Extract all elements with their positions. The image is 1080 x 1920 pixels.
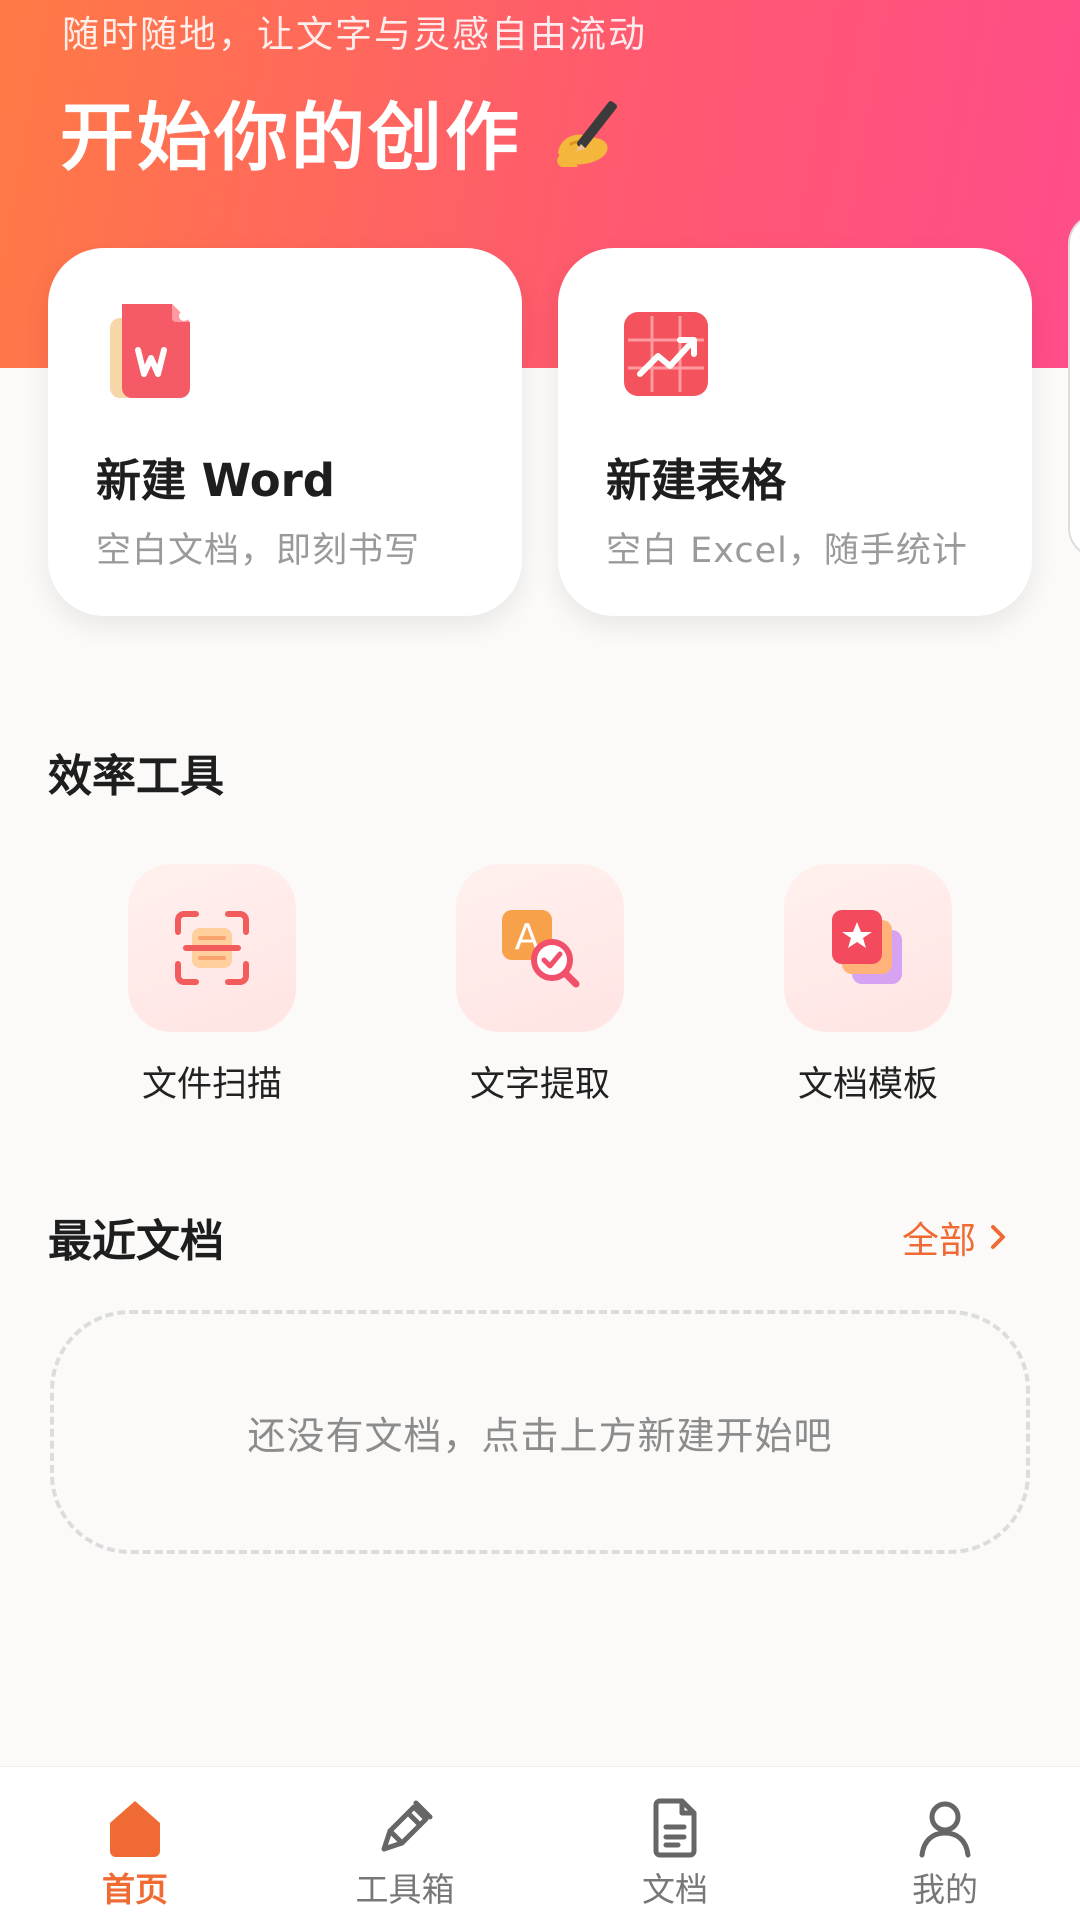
tool-tile	[784, 864, 952, 1032]
new-word-subtitle: 空白文档，即刻书写	[96, 531, 421, 571]
hero-title: 开始你的创作	[60, 78, 634, 185]
tool-text-extract-label: 文字提取	[469, 1065, 610, 1105]
hero-tagline: 随时随地，让文字与灵感自由流动	[62, 13, 647, 56]
nav-profile[interactable]: 我的	[865, 1795, 1025, 1911]
nav-toolbox[interactable]: 工具箱	[325, 1795, 485, 1911]
see-all-link[interactable]: 全部	[902, 1210, 1008, 1264]
tool-doc-template-label: 文档模板	[797, 1065, 938, 1105]
nav-toolbox-label: 工具箱	[355, 1870, 455, 1909]
spreadsheet-chart-icon	[624, 312, 708, 396]
nav-documents[interactable]: 文档	[595, 1795, 755, 1911]
tools-section-title: 效率工具	[48, 751, 224, 802]
nav-home[interactable]: 首页	[55, 1795, 215, 1911]
recent-empty-state: 还没有文档，点击上方新建开始吧	[50, 1310, 1030, 1554]
empty-state-text: 还没有文档，点击上方新建开始吧	[247, 1413, 833, 1458]
new-word-card[interactable]: 新建 Word 空白文档，即刻书写	[48, 248, 522, 616]
tool-file-scan[interactable]: 文件扫描	[127, 864, 297, 1107]
nav-home-label: 首页	[102, 1870, 168, 1909]
new-spreadsheet-subtitle: 空白 Excel，随手统计	[606, 531, 968, 571]
nav-documents-label: 文档	[642, 1870, 708, 1909]
bottom-navigation: 首页 工具箱 文档 我的	[0, 1766, 1080, 1920]
tool-text-extract[interactable]: A 文字提取	[455, 864, 625, 1107]
new-spreadsheet-card[interactable]: 新建表格 空白 Excel，随手统计	[558, 248, 1032, 616]
document-icon	[653, 1798, 697, 1858]
nav-profile-label: 我的	[912, 1870, 978, 1909]
writing-hand-icon	[548, 89, 634, 175]
chevron-right-icon	[991, 1225, 1005, 1249]
recent-section-title: 最近文档	[48, 1216, 224, 1267]
tool-tile	[128, 864, 296, 1032]
see-all-label: 全部	[902, 1219, 976, 1262]
pen-tool-icon	[381, 1800, 433, 1852]
user-icon	[919, 1801, 971, 1858]
new-spreadsheet-title: 新建表格	[606, 454, 787, 507]
template-icon	[832, 910, 902, 984]
home-icon	[110, 1801, 160, 1857]
home-screen: 随时随地，让文字与灵感自由流动 开始你的创作 新建 Word 空白文档，即刻书写…	[0, 0, 1080, 1920]
hero-title-text: 开始你的创作	[60, 95, 522, 181]
word-file-icon	[110, 304, 190, 398]
tool-tile: A	[456, 864, 624, 1032]
next-card-peek[interactable]	[1068, 214, 1080, 558]
tool-doc-template[interactable]: 文档模板	[783, 864, 953, 1107]
scan-icon	[175, 911, 249, 985]
text-extract-icon: A	[502, 910, 580, 988]
new-word-title: 新建 Word	[96, 454, 336, 507]
tool-file-scan-label: 文件扫描	[141, 1065, 282, 1105]
